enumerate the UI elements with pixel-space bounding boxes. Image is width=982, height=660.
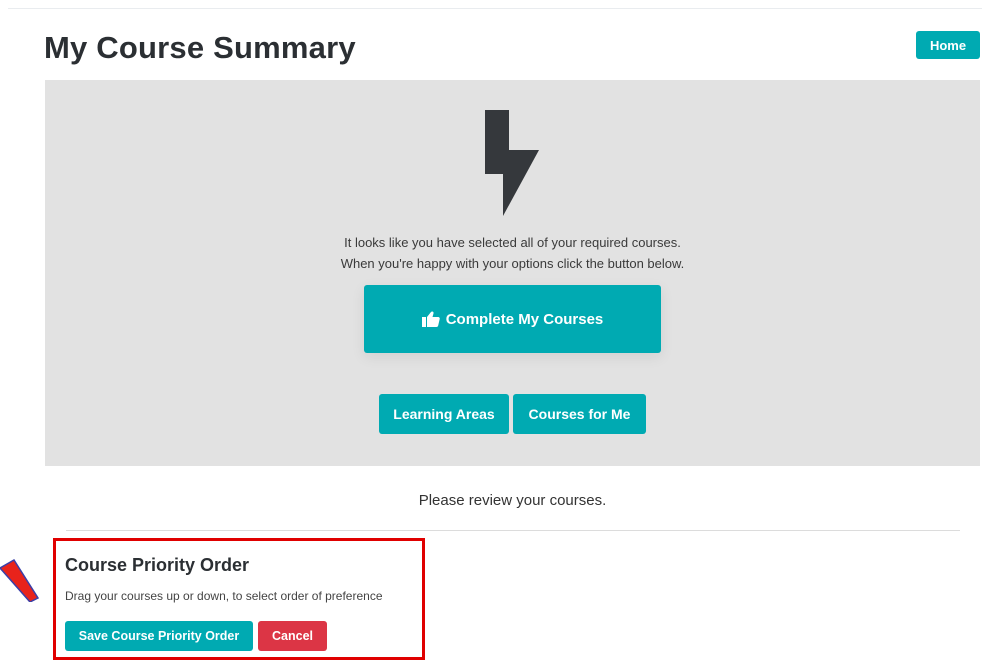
learning-areas-button[interactable]: Learning Areas: [379, 394, 509, 434]
summary-panel: It looks like you have selected all of y…: [45, 80, 980, 466]
completion-message-line2: When you're happy with your options clic…: [340, 256, 685, 271]
priority-title: Course Priority Order: [65, 555, 250, 575]
top-divider: [8, 8, 982, 9]
review-message: Please review your courses.: [418, 492, 607, 509]
home-button[interactable]: Home: [916, 31, 980, 59]
cancel-button[interactable]: Cancel: [258, 621, 327, 651]
section-divider: [66, 530, 960, 531]
course-priority-section: Course Priority Order Drag your courses …: [53, 538, 425, 660]
thumbs-up-icon: [421, 311, 440, 327]
lightning-bolt-icon: [485, 110, 539, 216]
complete-my-courses-button[interactable]: Complete My Courses: [364, 285, 661, 353]
complete-my-courses-label: Complete My Courses: [445, 310, 604, 328]
priority-description: Drag your courses up or down, to select …: [65, 589, 383, 603]
save-priority-order-button[interactable]: Save Course Priority Order: [65, 621, 253, 651]
completion-message-line1: It looks like you have selected all of y…: [344, 235, 681, 250]
annotation-arrow-icon: [0, 558, 40, 602]
page-title: My Course Summary: [44, 30, 356, 65]
courses-for-me-button[interactable]: Courses for Me: [513, 394, 646, 434]
